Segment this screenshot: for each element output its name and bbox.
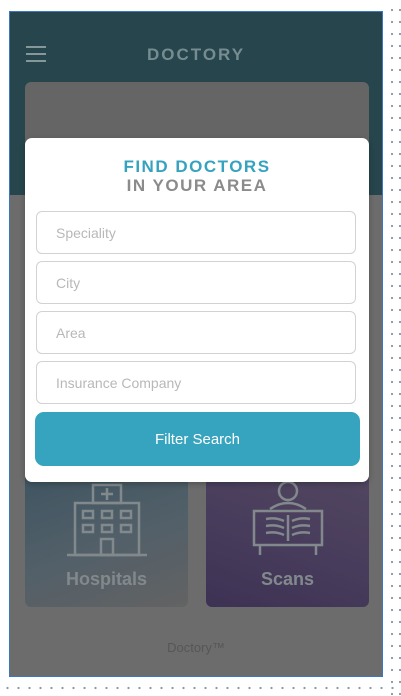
modal-title: FIND DOCTORS	[123, 157, 271, 176]
speciality-field[interactable]	[36, 211, 356, 254]
insurance-company-field[interactable]	[36, 361, 356, 404]
find-doctors-modal: FIND DOCTORS IN YOUR AREA Filter Search	[25, 138, 369, 482]
dotted-guide-right	[385, 0, 401, 696]
dotted-guide-bottom	[0, 682, 401, 696]
city-field[interactable]	[36, 261, 356, 304]
modal-subtitle: IN YOUR AREA	[126, 176, 268, 195]
area-field[interactable]	[36, 311, 356, 354]
filter-search-button[interactable]: Filter Search	[35, 412, 360, 466]
